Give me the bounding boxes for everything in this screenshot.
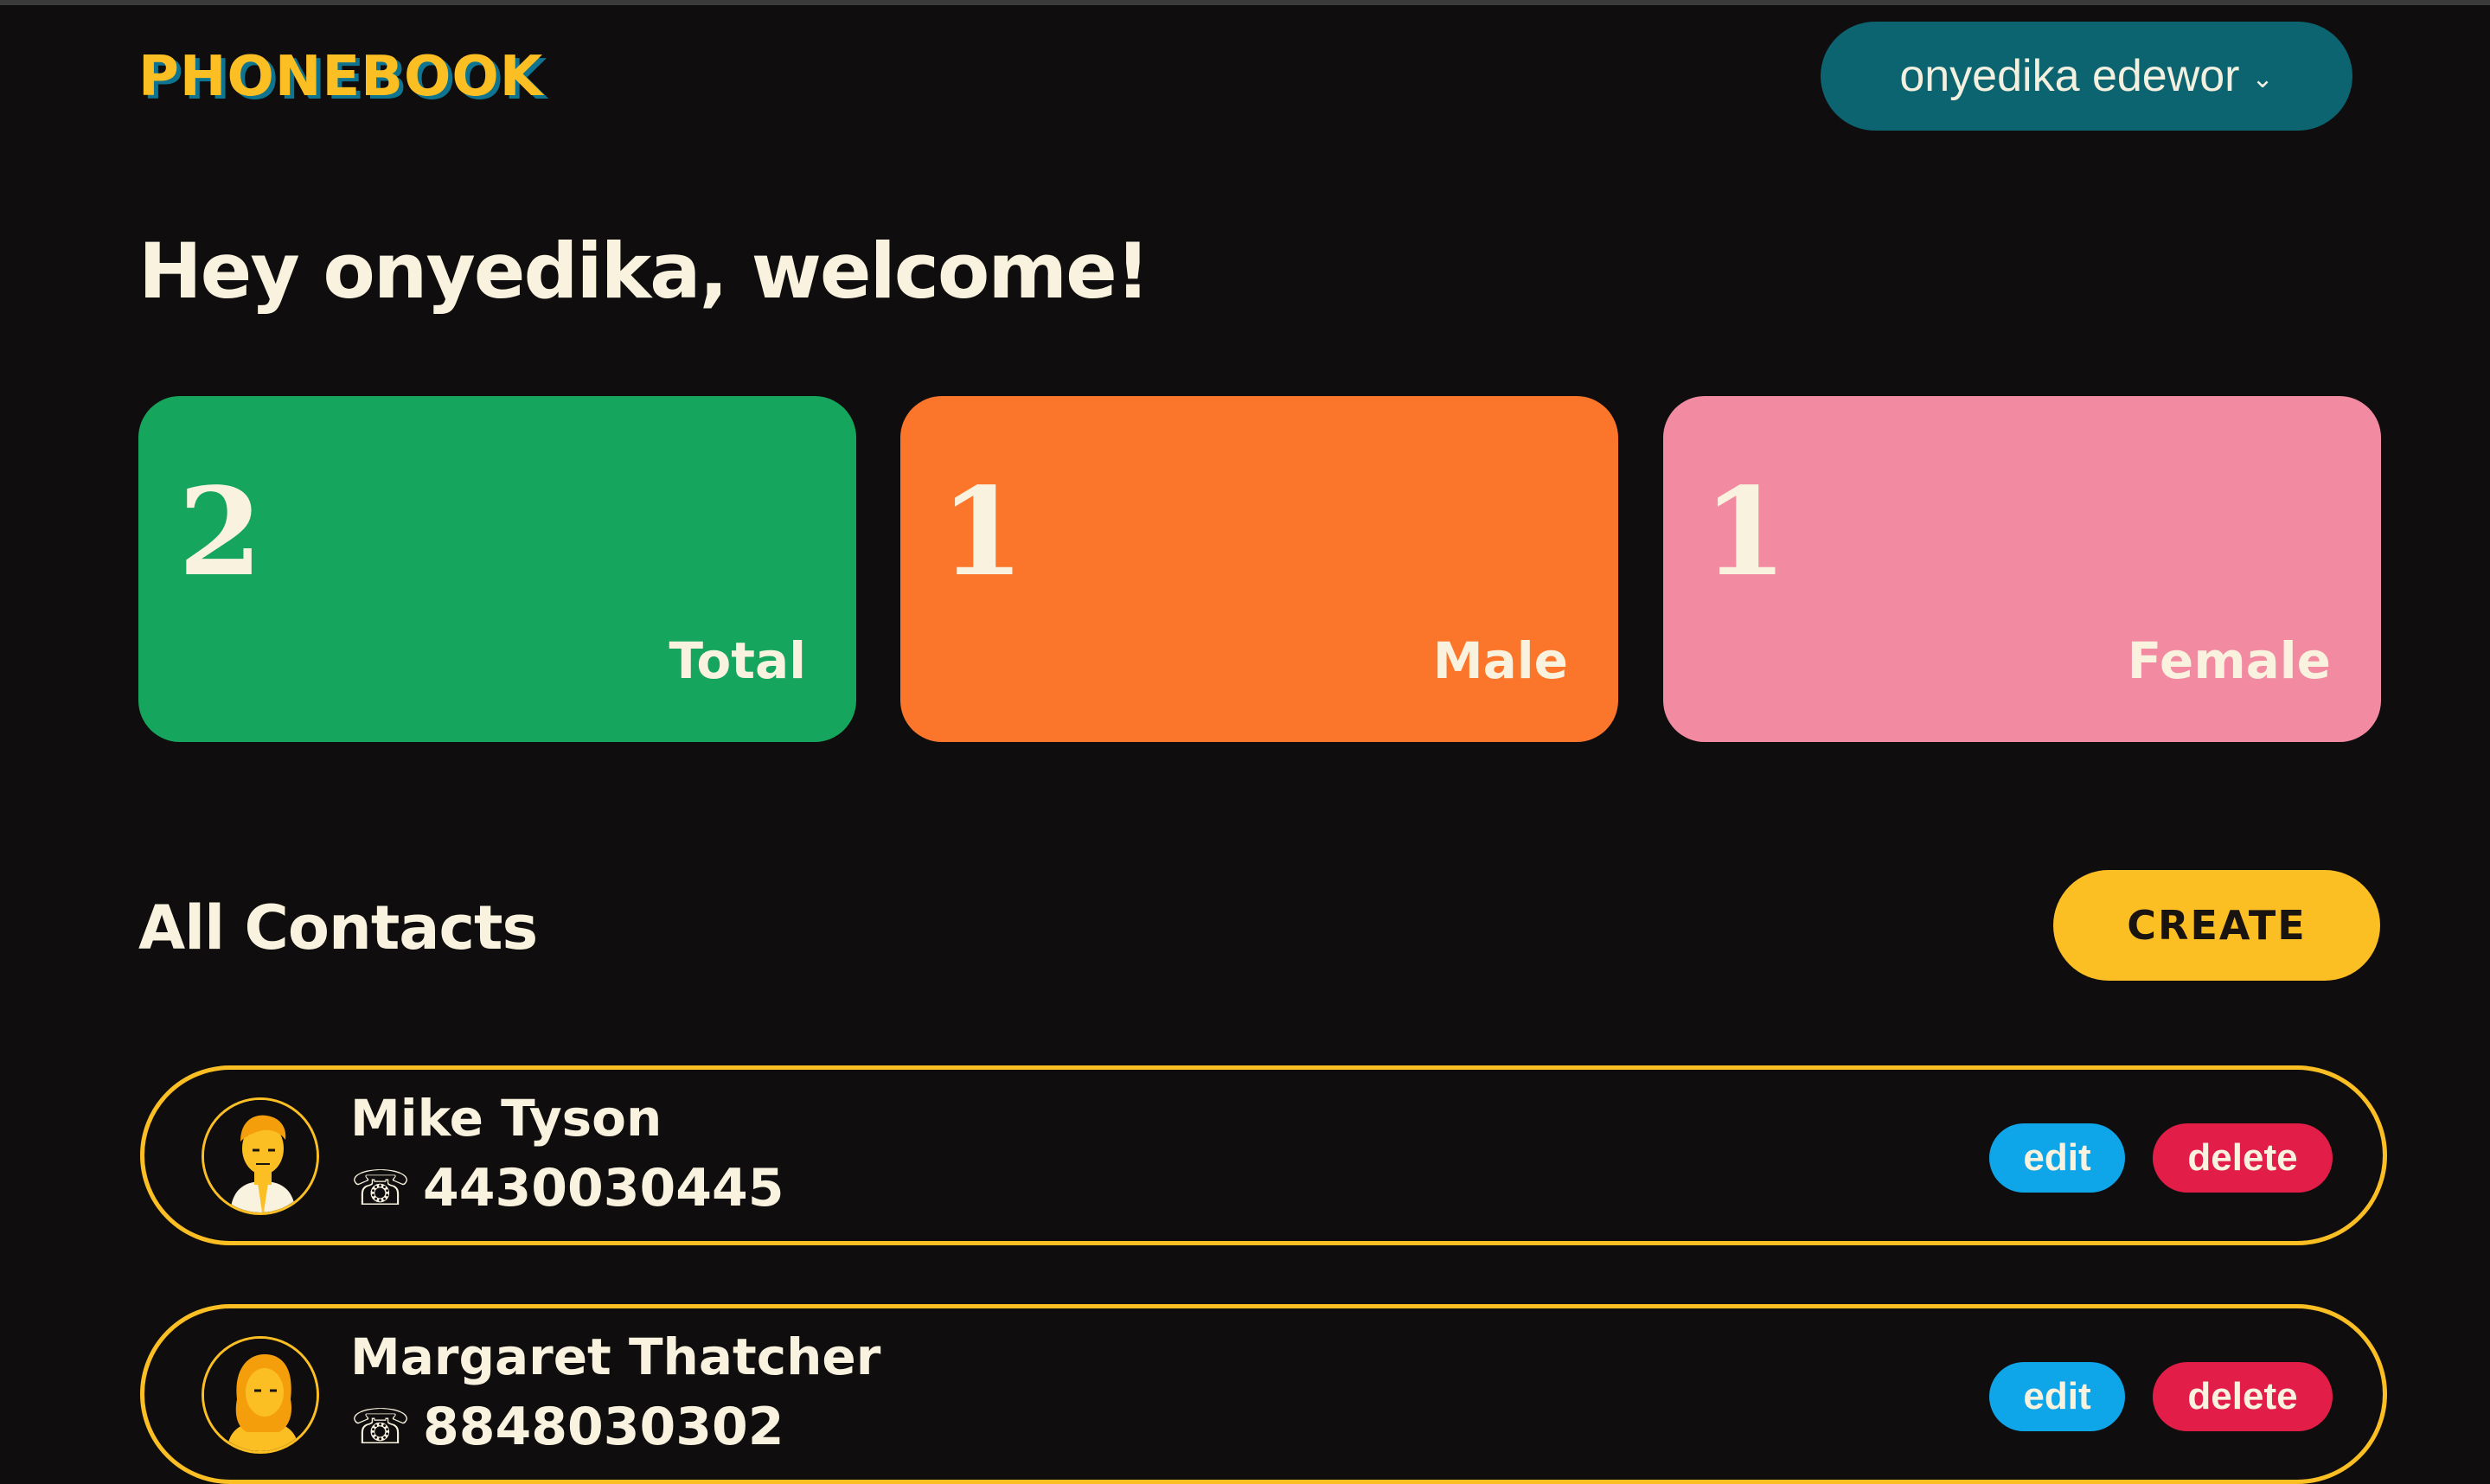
stat-female-label: Female: [2127, 631, 2331, 690]
contact-name: Margaret Thatcher: [350, 1327, 881, 1386]
all-contacts-heading: All Contacts: [138, 892, 538, 963]
delete-button[interactable]: delete: [2153, 1123, 2333, 1193]
female-avatar-icon: [204, 1339, 317, 1451]
stat-male-label: Male: [1432, 631, 1568, 690]
browser-top-edge: [0, 0, 2490, 5]
male-avatar: [202, 1097, 319, 1215]
female-avatar: [202, 1336, 319, 1454]
create-contact-button[interactable]: CREATE: [2053, 870, 2380, 981]
contact-name: Mike Tyson: [350, 1089, 663, 1148]
stat-card-male: 1 Male: [900, 396, 1618, 742]
chevron-down-icon: ⌄: [2251, 64, 2274, 93]
edit-button[interactable]: edit: [1989, 1123, 2125, 1193]
stat-total-label: Total: [669, 631, 806, 690]
stat-card-female: 1 Female: [1663, 396, 2381, 742]
stat-male-value: 1: [940, 462, 1025, 604]
welcome-heading: Hey onyedika, welcome!: [138, 227, 1150, 316]
edit-button[interactable]: edit: [1989, 1362, 2125, 1431]
delete-button[interactable]: delete: [2153, 1362, 2333, 1431]
telephone-icon: ☏: [350, 1398, 412, 1455]
contact-card[interactable]: Margaret Thatcher ☏ 8848030302 edit dele…: [140, 1304, 2387, 1484]
stat-card-total: 2 Total: [138, 396, 856, 742]
contact-phone: ☏ 8848030302: [350, 1397, 784, 1457]
app-logo[interactable]: PHONEBOOK: [138, 45, 543, 109]
contact-phone-number: 4430030445: [423, 1158, 784, 1219]
contact-phone-number: 8848030302: [423, 1397, 784, 1457]
contact-phone: ☏ 4430030445: [350, 1158, 784, 1219]
stat-total-value: 2: [178, 462, 263, 604]
telephone-icon: ☏: [350, 1160, 412, 1217]
male-avatar-icon: [204, 1100, 317, 1212]
user-menu-label: onyedika edewor: [1899, 51, 2240, 101]
contact-card[interactable]: Mike Tyson ☏ 4430030445 edit delete: [140, 1065, 2387, 1245]
stat-female-value: 1: [1703, 462, 1788, 604]
user-menu-button[interactable]: onyedika edewor ⌄: [1821, 22, 2352, 131]
